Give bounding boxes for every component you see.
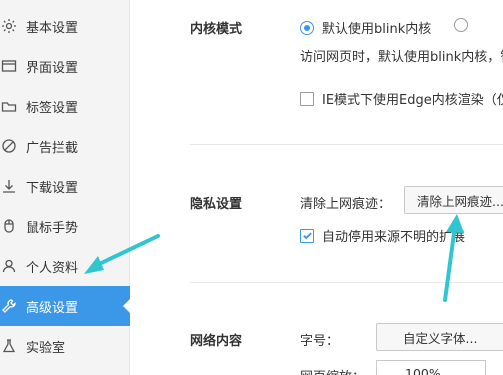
clear-traces-button[interactable]: 清除上网痕迹... bbox=[404, 186, 503, 214]
tab-icon bbox=[0, 97, 18, 115]
font-size-label: 字号： bbox=[300, 334, 340, 349]
sidebar-item-mouse-gesture[interactable]: 鼠标手势 bbox=[0, 206, 130, 246]
gear-icon bbox=[0, 17, 18, 35]
block-icon bbox=[0, 137, 18, 155]
checkbox-ie-edge[interactable]: IE模式下使用Edge内核渲染（仅 bbox=[300, 89, 503, 108]
sidebar-item-advanced[interactable]: 高级设置 bbox=[0, 286, 131, 326]
checkbox-disable-unknown-ext[interactable]: 自动停用来源不明的扩展 bbox=[300, 226, 465, 245]
sidebar-item-basic[interactable]: 基本设置 bbox=[0, 6, 130, 46]
section-title-privacy: 隐私设置 bbox=[190, 197, 243, 212]
mouse-icon bbox=[0, 217, 18, 235]
checkbox[interactable] bbox=[300, 228, 314, 243]
sidebar-item-label: 下载设置 bbox=[26, 180, 79, 196]
lab-icon bbox=[0, 337, 18, 355]
settings-content: 内核模式 默认使用blink内核 访问网页时，默认使用blink内核，智 IE模… bbox=[131, 0, 503, 375]
sidebar-item-download[interactable]: 下载设置 bbox=[0, 166, 130, 206]
divider bbox=[190, 282, 503, 283]
sidebar-item-label: 广告拦截 bbox=[26, 140, 79, 156]
custom-font-button[interactable]: 自定义字体... bbox=[376, 323, 503, 351]
sidebar-item-label: 标签设置 bbox=[26, 100, 79, 116]
sidebar-item-label: 个人资料 bbox=[26, 260, 79, 276]
checkbox[interactable] bbox=[300, 91, 314, 106]
section-title-kernel: 内核模式 bbox=[190, 22, 243, 37]
radio-button[interactable] bbox=[454, 18, 468, 32]
radio-blink-kernel[interactable]: 默认使用blink内核 bbox=[300, 18, 431, 37]
checkbox-label: 自动停用来源不明的扩展 bbox=[322, 230, 466, 245]
clear-traces-label: 清除上网痕迹： bbox=[300, 197, 392, 212]
radio-button[interactable] bbox=[300, 20, 314, 35]
sidebar-item-tabs[interactable]: 标签设置 bbox=[0, 86, 130, 126]
sidebar-item-label: 基本设置 bbox=[26, 20, 79, 36]
sidebar-item-label: 实验室 bbox=[26, 340, 66, 356]
sidebar-item-label: 界面设置 bbox=[26, 60, 79, 76]
sidebar-item-interface[interactable]: 界面设置 bbox=[0, 46, 130, 86]
divider bbox=[190, 144, 503, 145]
settings-sidebar: 基本设置 界面设置 标签设置 广告拦截 下载设置 鼠标手势 个人资料 高级设置 … bbox=[0, 0, 131, 375]
wrench-icon bbox=[0, 297, 18, 315]
sidebar-item-profile[interactable]: 个人资料 bbox=[0, 246, 130, 286]
sidebar-item-lab[interactable]: 实验室 bbox=[0, 326, 130, 366]
sidebar-item-adblock[interactable]: 广告拦截 bbox=[0, 126, 130, 166]
checkbox-label: IE模式下使用Edge内核渲染（仅 bbox=[322, 93, 503, 108]
zoom-label: 网页缩放： bbox=[300, 366, 365, 375]
download-icon bbox=[0, 177, 18, 195]
kernel-description: 访问网页时，默认使用blink内核，智 bbox=[300, 50, 503, 65]
window-icon bbox=[0, 57, 18, 75]
radio-label: 默认使用blink内核 bbox=[322, 22, 432, 37]
radio-other-kernel[interactable] bbox=[454, 18, 476, 32]
zoom-select[interactable]: 100% bbox=[376, 360, 486, 375]
user-icon bbox=[0, 257, 18, 275]
sidebar-item-label: 鼠标手势 bbox=[26, 220, 79, 236]
section-title-network: 网络内容 bbox=[190, 334, 243, 349]
sidebar-item-label: 高级设置 bbox=[26, 300, 79, 316]
